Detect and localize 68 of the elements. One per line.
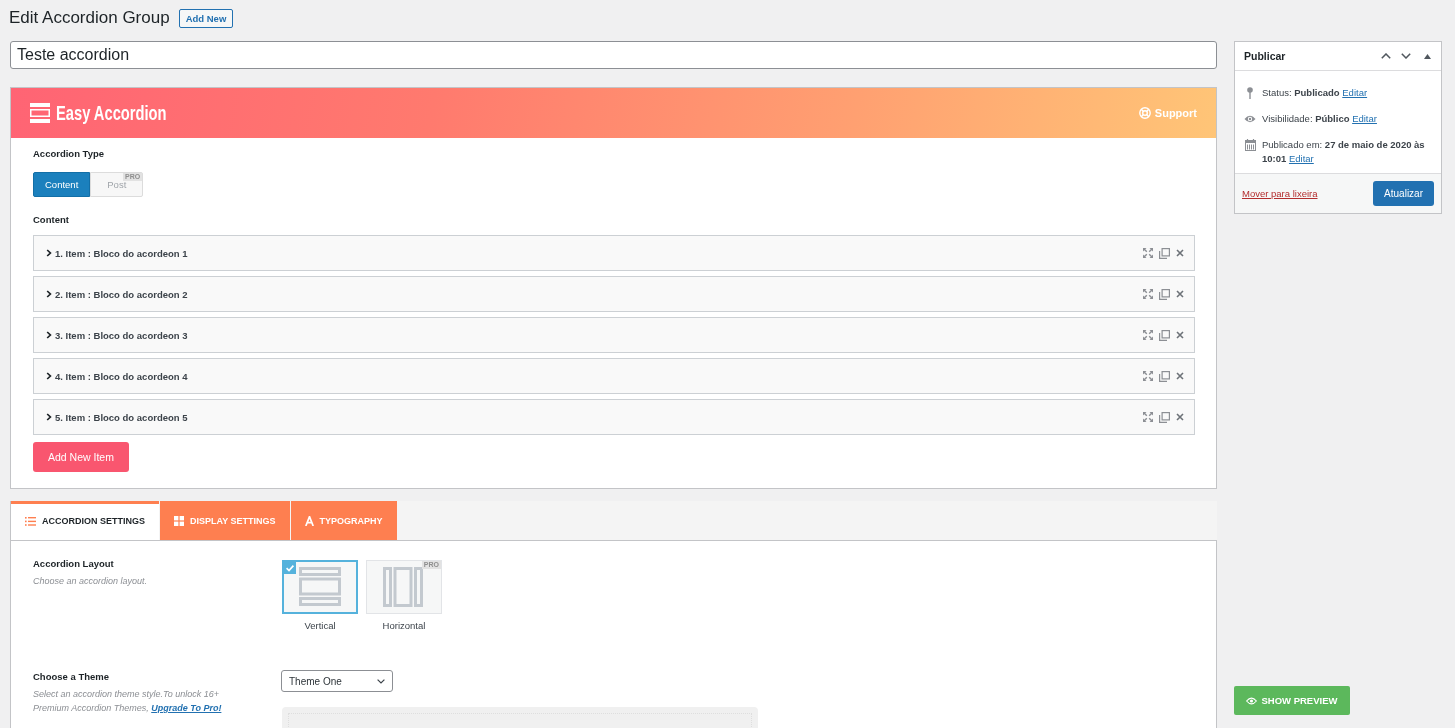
accordion-item[interactable]: 1. Item : Bloco do acordeon 1	[33, 235, 1195, 271]
edit-link[interactable]: Editar	[1352, 113, 1377, 124]
close-icon[interactable]	[1176, 249, 1184, 257]
page-title: Edit Accordion Group	[9, 8, 170, 28]
brand-name: Easy Accordion	[56, 101, 167, 125]
add-new-button[interactable]: Add New	[178, 8, 234, 28]
trash-link[interactable]: Mover para lixeira	[1242, 188, 1318, 199]
vertical-layout-icon	[299, 567, 341, 607]
field-description: Select an accordion theme style.To unlock 16+ Premium Accordion Themes, Upgrade To Pro!	[33, 688, 223, 715]
upgrade-link[interactable]: Upgrade To Pro!	[151, 703, 222, 713]
field-label: Accordion Type	[33, 147, 105, 161]
item-title: 1. Item : Bloco do acordeon 1	[55, 247, 188, 259]
chevron-up-icon[interactable]	[1381, 53, 1391, 59]
publish-title: Publicar	[1244, 50, 1286, 62]
close-icon[interactable]	[1176, 290, 1184, 298]
copy-icon[interactable]	[1159, 370, 1170, 382]
list-icon	[25, 516, 36, 526]
copy-icon[interactable]	[1159, 329, 1170, 341]
settings-tab[interactable]: ACCORDION SETTINGS	[11, 501, 159, 540]
expand-icon[interactable]	[1143, 371, 1153, 381]
publish-info: Status: Publicado Editar	[1262, 86, 1368, 100]
field-label: Choose a Theme	[33, 670, 110, 684]
item-title: 4. Item : Bloco do acordeon 4	[55, 370, 188, 382]
layout-option[interactable]	[282, 560, 358, 614]
field-label: Content	[33, 213, 69, 227]
accordion-item[interactable]: 5. Item : Bloco do acordeon 5	[33, 399, 1195, 435]
expand-icon[interactable]	[1143, 248, 1153, 258]
layout-option-label: Horizontal	[382, 620, 426, 631]
field-description: Choose an accordion layout.	[33, 575, 148, 588]
horizontal-layout-icon	[383, 567, 425, 607]
title-field[interactable]: Teste accordion	[10, 41, 1217, 69]
check-icon	[284, 562, 296, 574]
close-icon[interactable]	[1176, 413, 1184, 421]
accordion-item[interactable]: 3. Item : Bloco do acordeon 3	[33, 317, 1195, 353]
caret-icon	[377, 678, 385, 684]
accordion-item[interactable]: 2. Item : Bloco do acordeon 2	[33, 276, 1195, 312]
expand-icon[interactable]	[1143, 330, 1153, 340]
chevron-down-icon[interactable]	[1401, 53, 1411, 59]
close-icon[interactable]	[1176, 372, 1184, 380]
edit-link[interactable]: Editar	[1288, 153, 1314, 164]
field-label: Accordion Layout	[33, 557, 114, 571]
layout-option-label: Vertical	[304, 620, 336, 631]
expand-icon[interactable]	[1143, 289, 1153, 299]
expand-icon[interactable]	[1143, 412, 1153, 422]
publish-info: Visibilidade: Público Editar	[1262, 112, 1377, 126]
edit-link[interactable]: Editar	[1342, 87, 1368, 98]
item-title: 5. Item : Bloco do acordeon 5	[55, 411, 188, 423]
caret-up-icon[interactable]	[1424, 53, 1431, 59]
lifebuoy-icon	[1138, 107, 1151, 119]
copy-icon[interactable]	[1159, 411, 1170, 423]
font-icon	[304, 515, 314, 526]
publish-info: Publicado em: 27 de maio de 2020 às 10:01 Editar	[1262, 138, 1426, 166]
item-title: 3. Item : Bloco do acordeon 3	[55, 329, 188, 341]
eye-icon	[1244, 115, 1256, 123]
accordion-item[interactable]: 4. Item : Bloco do acordeon 4	[33, 358, 1195, 394]
calendar-icon	[1244, 139, 1256, 151]
copy-icon[interactable]	[1159, 247, 1170, 259]
copy-icon[interactable]	[1159, 288, 1170, 300]
add-new-item-button[interactable]: Add New Item	[33, 442, 129, 472]
logo-icon	[30, 103, 50, 123]
update-button[interactable]: Atualizar	[1373, 181, 1434, 206]
theme-select[interactable]: Theme One	[281, 670, 393, 692]
close-icon[interactable]	[1176, 331, 1184, 339]
pin-icon	[1245, 87, 1255, 99]
grid-icon	[174, 515, 184, 526]
item-title: 2. Item : Bloco do acordeon 2	[55, 288, 188, 300]
accordion-type-option[interactable]: Content	[33, 172, 91, 197]
eye-icon	[1246, 696, 1258, 705]
